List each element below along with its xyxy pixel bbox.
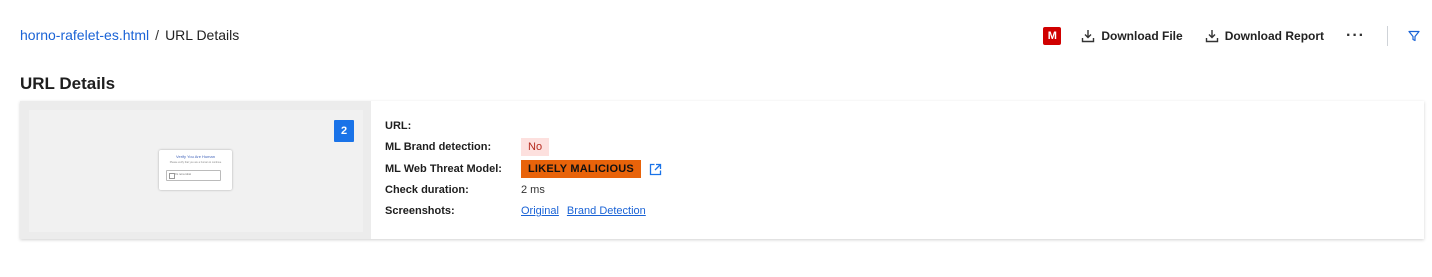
captcha-box: I'm not a robot [166, 170, 221, 181]
screenshot-thumbnail[interactable]: Verify You Are Human Please verify that … [29, 110, 363, 232]
threat-verdict-badge: LIKELY MALICIOUS [521, 160, 641, 178]
filter-icon [1408, 30, 1420, 42]
page-title: URL Details [20, 74, 116, 93]
screenshot-panel: Verify You Are Human Please verify that … [20, 101, 371, 239]
more-options-button[interactable]: ··· [1346, 27, 1365, 45]
download-file-button[interactable]: Download File [1081, 29, 1183, 43]
brand-detection-screenshot-link[interactable]: Brand Detection [567, 205, 646, 217]
details-panel: URL: ML Brand detection: No ML Web Threa… [371, 101, 1424, 239]
verify-dialog-subtitle: Please verify that you are a human to co… [169, 161, 222, 164]
breadcrumb-file-link[interactable]: horno-rafelet-es.html [20, 27, 149, 43]
brand-detection-row: ML Brand detection: No [385, 137, 550, 157]
captcha-label: I'm not a robot [175, 173, 191, 176]
brand-detection-badge: No [521, 138, 550, 156]
verify-dialog-preview: Verify You Are Human Please verify that … [159, 150, 232, 190]
web-threat-row: ML Web Threat Model: LIKELY MALICIOUS [385, 159, 662, 179]
url-details-card: Verify You Are Human Please verify that … [20, 101, 1424, 239]
breadcrumb: horno-rafelet-es.html / URL Details [20, 27, 239, 43]
download-icon [1082, 30, 1095, 43]
screenshots-row: Screenshots: Original Brand Detection [385, 201, 654, 221]
web-threat-label: ML Web Threat Model: [385, 163, 502, 175]
verify-dialog-title: Verify You Are Human [176, 154, 215, 159]
breadcrumb-separator: / [155, 27, 160, 43]
screenshot-count-badge: 2 [334, 120, 354, 142]
download-report-label: Download Report [1224, 29, 1325, 43]
top-bar: horno-rafelet-es.html / URL Details M Down… [0, 0, 1432, 70]
header-actions: M Download File Download Report ··· [1043, 24, 1432, 48]
divider [1387, 26, 1388, 46]
check-duration-row: Check duration: 2 ms [385, 180, 545, 200]
brand-detection-label: ML Brand detection: [385, 141, 492, 153]
breadcrumb-current: URL Details [165, 27, 240, 43]
check-duration-label: Check duration: [385, 184, 469, 196]
check-duration-value: 2 ms [521, 184, 545, 196]
download-icon [1205, 30, 1218, 43]
download-file-label: Download File [1101, 29, 1183, 43]
url-label: URL: [385, 120, 412, 132]
filter-button[interactable] [1408, 30, 1420, 42]
url-row: URL: [385, 116, 521, 136]
original-screenshot-link[interactable]: Original [521, 205, 559, 217]
external-link-button[interactable] [649, 163, 662, 176]
screenshots-label: Screenshots: [385, 205, 455, 217]
external-link-icon [649, 163, 662, 175]
download-report-button[interactable]: Download Report [1205, 29, 1324, 43]
m-badge: M [1043, 27, 1062, 45]
